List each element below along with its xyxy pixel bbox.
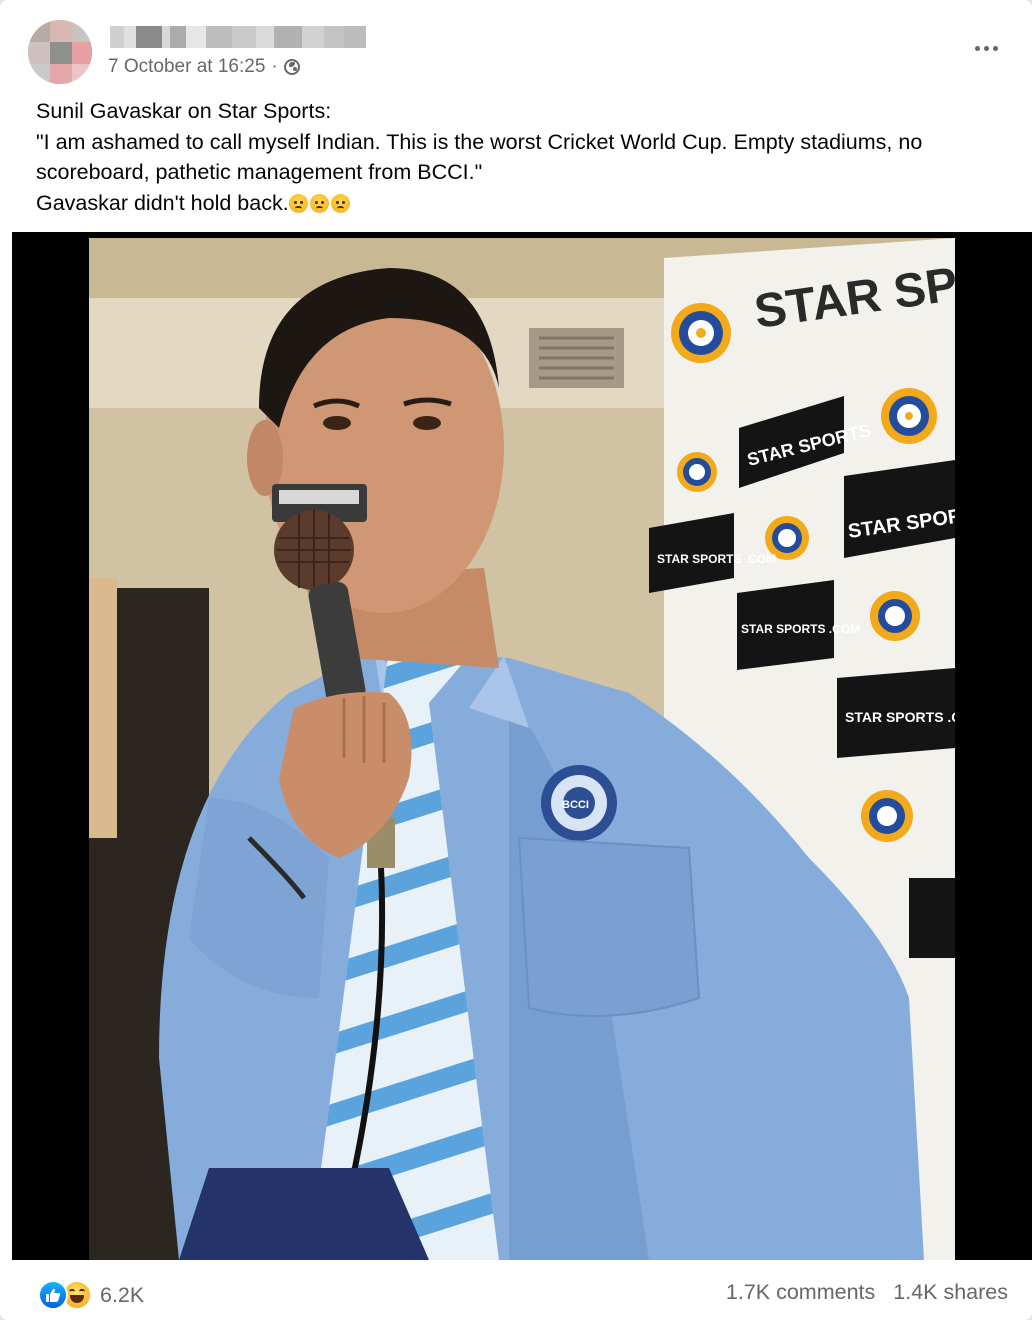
shares-count-link[interactable]: 1.4K shares — [893, 1280, 1008, 1305]
reactions-summary[interactable]: 6.2K — [38, 1280, 144, 1310]
bcci-logo-icon — [671, 303, 731, 363]
frowning-face-emoji-icon — [309, 193, 329, 213]
more-options-icon — [983, 45, 989, 51]
engagement-stats: 1.7K comments 1.4K shares — [726, 1280, 1008, 1305]
reaction-count[interactable]: 6.2K — [100, 1283, 144, 1308]
post-text-line: Gavaskar didn't hold back. — [36, 190, 289, 215]
author-avatar[interactable] — [28, 20, 92, 84]
post-text: Sunil Gavaskar on Star Sports: "I am ash… — [36, 96, 1006, 218]
post-text-line: "I am ashamed to call myself Indian. Thi… — [36, 129, 923, 185]
globe-icon[interactable] — [283, 59, 300, 75]
like-reaction-icon — [38, 1280, 68, 1310]
photo-illustration: STAR SPOR STAR SPORTS STAR SPORTS STAR S… — [89, 238, 955, 1260]
post-text-line-last: Gavaskar didn't hold back. — [36, 188, 1006, 219]
post-photo-frame[interactable]: STAR SPOR STAR SPORTS STAR SPORTS STAR S… — [12, 232, 1032, 1260]
badge-text: BCCI — [562, 799, 589, 811]
sponsor-logo-text: STAR SPORTS .COM — [845, 709, 955, 725]
bcci-badge: BCCI — [541, 765, 617, 841]
sponsor-logo-text: STAR SPORTS .COM — [741, 622, 860, 636]
author-name-redacted[interactable] — [110, 26, 366, 48]
post-footer: 6.2K 1.7K comments 1.4K shares — [0, 1260, 1032, 1320]
frowning-face-emoji-icon — [288, 193, 308, 213]
more-options-button[interactable] — [968, 34, 1004, 62]
post-meta: 7 October at 16:25 · — [108, 56, 300, 78]
post-text-line: Sunil Gavaskar on Star Sports: — [36, 99, 332, 123]
sponsor-logo-text: STAR SPORTS .COM — [657, 552, 776, 566]
post-timestamp[interactable]: 7 October at 16:25 — [108, 56, 265, 78]
frowning-face-emoji-icon — [330, 193, 350, 213]
facebook-post-card: 7 October at 16:25 · Sunil Gavaskar on S… — [0, 0, 1032, 1320]
more-options-icon — [992, 45, 998, 51]
thumbs-up-icon — [46, 1288, 61, 1302]
meta-separator: · — [271, 56, 278, 77]
comments-count-link[interactable]: 1.7K comments — [726, 1280, 875, 1305]
more-options-icon — [974, 45, 980, 51]
post-photo[interactable]: STAR SPOR STAR SPORTS STAR SPORTS STAR S… — [89, 238, 955, 1260]
